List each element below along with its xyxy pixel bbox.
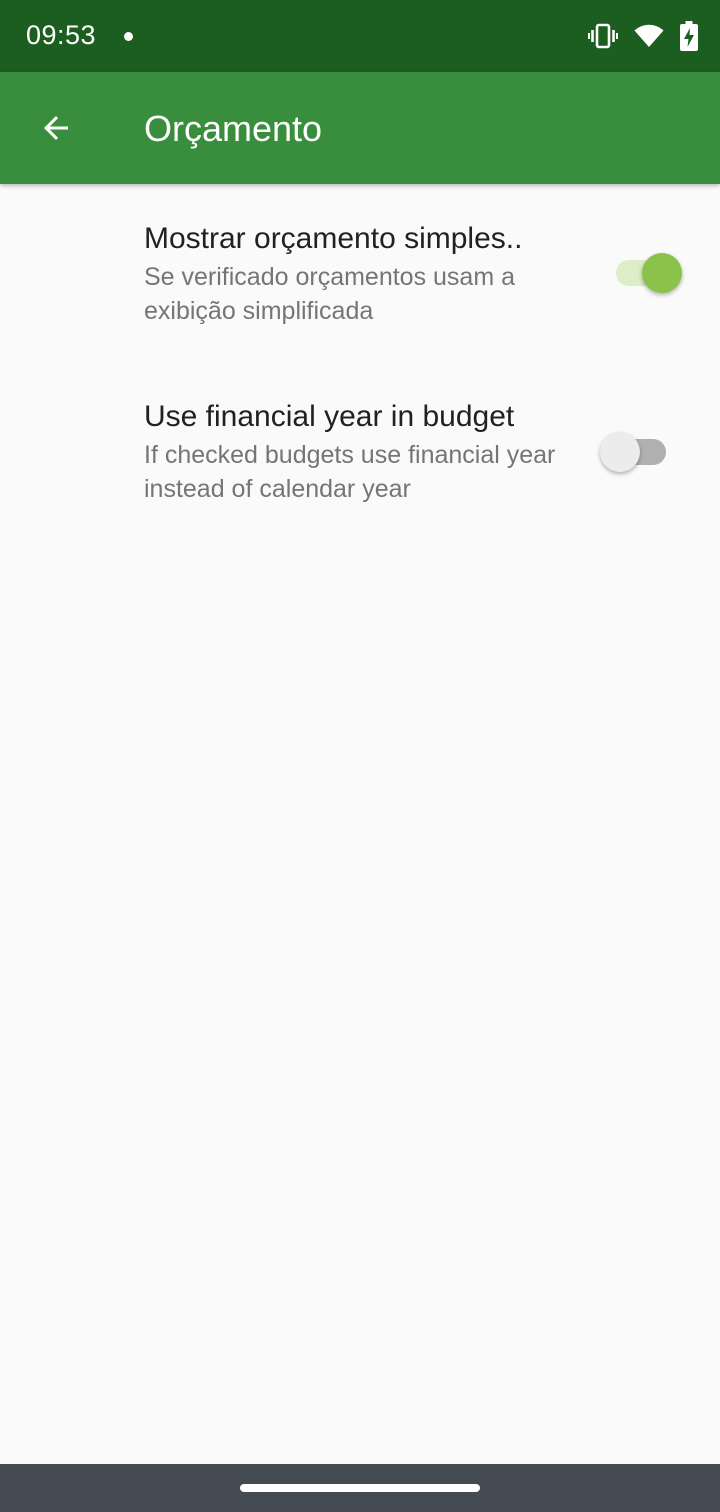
status-time: 09:53 xyxy=(26,20,97,50)
vibrate-icon xyxy=(588,23,618,49)
pref-item-financial-year[interactable]: Use financial year in budget If checked … xyxy=(0,378,720,528)
simple-budget-switch[interactable] xyxy=(606,249,686,297)
pref-summary: If checked budgets use financial year in… xyxy=(144,441,556,503)
navigation-bar xyxy=(0,1464,720,1512)
status-icons xyxy=(588,20,698,52)
financial-year-switch[interactable] xyxy=(600,428,680,476)
back-button[interactable] xyxy=(24,96,88,160)
battery-charging-icon xyxy=(680,21,698,51)
home-gesture-handle[interactable] xyxy=(240,1484,480,1492)
notification-dot-icon xyxy=(124,32,133,41)
switch-thumb xyxy=(642,253,682,293)
page-title: Orçamento xyxy=(144,108,323,149)
pref-title: Mostrar orçamento simples.. xyxy=(144,222,523,255)
switch-thumb xyxy=(600,432,640,472)
pref-title: Use financial year in budget xyxy=(144,400,515,433)
pref-item-simple-budget[interactable]: Mostrar orçamento simples.. Se verificad… xyxy=(0,200,720,350)
app-bar: Orçamento xyxy=(0,72,720,184)
arrow-back-icon xyxy=(44,116,68,140)
pref-text: Use financial year in budget If checked … xyxy=(144,398,574,506)
pref-text: Mostrar orçamento simples.. Se verificad… xyxy=(144,220,574,328)
wifi-icon xyxy=(634,24,664,48)
status-bar: 09:53 xyxy=(0,0,720,72)
pref-summary: Se verificado orçamentos usam a exibição… xyxy=(144,263,516,325)
